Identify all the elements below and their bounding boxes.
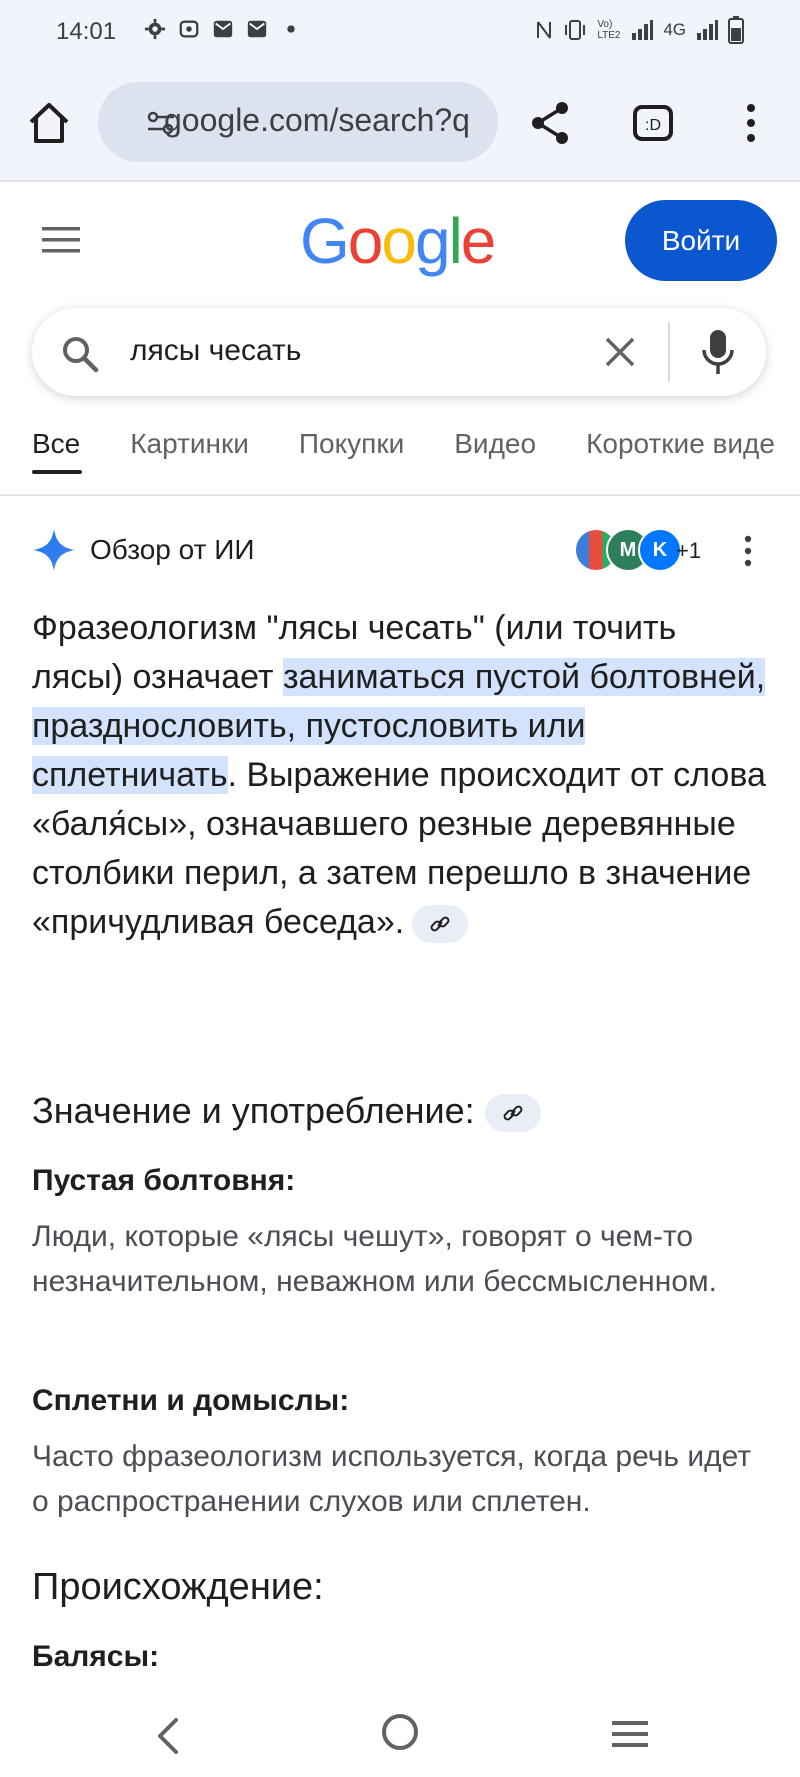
gemini-sparkle-icon bbox=[33, 529, 75, 571]
svg-text::D: :D bbox=[645, 117, 661, 134]
ai-overview-title: Обзор от ИИ bbox=[90, 534, 255, 565]
tab-short-videos[interactable]: Короткие виде bbox=[586, 428, 775, 460]
sources-more-count[interactable]: +1 bbox=[676, 538, 701, 564]
empty-talk-description: Люди, которые «лясы чешут», говорят о че… bbox=[32, 1220, 717, 1298]
more-vert-icon[interactable] bbox=[738, 100, 764, 146]
dot-icon bbox=[287, 25, 295, 33]
settings-icon bbox=[144, 18, 166, 40]
usage-citation-link-button[interactable] bbox=[484, 1094, 541, 1133]
logo-letter: o bbox=[381, 205, 417, 277]
search-divider bbox=[668, 322, 670, 382]
subheading-gossip: Сплетни и домыслы: bbox=[32, 1384, 350, 1417]
mail-icon bbox=[213, 20, 233, 38]
section-origin-heading: Происхождение: bbox=[32, 1566, 324, 1608]
lte-label: Vo) LTE2 bbox=[597, 19, 621, 41]
home-circle-icon[interactable] bbox=[380, 1712, 420, 1752]
tab-images[interactable]: Картинки bbox=[130, 428, 249, 460]
share-icon[interactable] bbox=[530, 100, 572, 146]
status-system-icons: Vo) LTE2 4G bbox=[535, 16, 744, 44]
app-notification-icon bbox=[179, 20, 199, 38]
logo-letter: e bbox=[460, 205, 497, 277]
url-text[interactable]: google.com/search?q bbox=[164, 102, 482, 139]
signal-icon-2 bbox=[697, 20, 718, 40]
citation-link-button[interactable] bbox=[412, 905, 469, 944]
logo-letter: o bbox=[347, 205, 384, 277]
search-tabs: Все Картинки Покупки Видео Короткие виде bbox=[32, 428, 775, 460]
link-icon bbox=[430, 916, 450, 932]
hamburger-menu-icon[interactable] bbox=[40, 224, 82, 256]
ai-overview-text: Фразеологизм "лясы чесать" (или точить л… bbox=[32, 604, 772, 947]
nfc-icon bbox=[537, 21, 552, 39]
back-icon[interactable] bbox=[154, 1716, 182, 1756]
recent-apps-icon[interactable] bbox=[610, 1716, 650, 1752]
signal-icon bbox=[632, 20, 654, 40]
search-icon[interactable] bbox=[60, 334, 100, 374]
battery-icon bbox=[728, 16, 744, 44]
tab-shopping[interactable]: Покупки bbox=[299, 428, 404, 460]
gossip-description: Часто фразеологизм используется, когда р… bbox=[32, 1440, 752, 1518]
section-usage-heading: Значение и употребление: bbox=[32, 1090, 541, 1133]
logo-letter: G bbox=[300, 205, 350, 277]
vibrate-icon bbox=[565, 20, 586, 40]
clear-icon[interactable] bbox=[602, 334, 638, 370]
subheading-balyasy: Балясы: bbox=[32, 1640, 160, 1673]
search-input[interactable]: лясы чесать bbox=[130, 334, 301, 368]
network-label: 4G bbox=[663, 20, 686, 39]
ai-overview-more-icon[interactable] bbox=[740, 534, 756, 568]
mail-icon-2 bbox=[247, 20, 267, 38]
tabs-icon[interactable]: :D bbox=[632, 104, 674, 142]
section-usage-label: Значение и употребление: bbox=[32, 1090, 475, 1131]
subheading-empty-talk: Пустая болтовня: bbox=[32, 1164, 296, 1197]
login-button[interactable]: Войти bbox=[625, 200, 777, 281]
home-icon[interactable] bbox=[26, 100, 72, 146]
google-logo[interactable]: Google bbox=[300, 204, 497, 277]
source-avatars[interactable]: M K bbox=[574, 528, 682, 572]
tab-video[interactable]: Видео bbox=[454, 428, 536, 460]
tab-all[interactable]: Все bbox=[32, 428, 80, 460]
logo-letter: l bbox=[448, 205, 463, 277]
logo-letter: g bbox=[414, 205, 451, 277]
nav-divider bbox=[0, 494, 800, 496]
link-icon bbox=[503, 1106, 523, 1121]
active-tab-indicator bbox=[32, 470, 82, 474]
microphone-icon[interactable] bbox=[700, 328, 736, 376]
status-notification-icons bbox=[144, 18, 302, 40]
status-time: 14:01 bbox=[56, 18, 117, 45]
